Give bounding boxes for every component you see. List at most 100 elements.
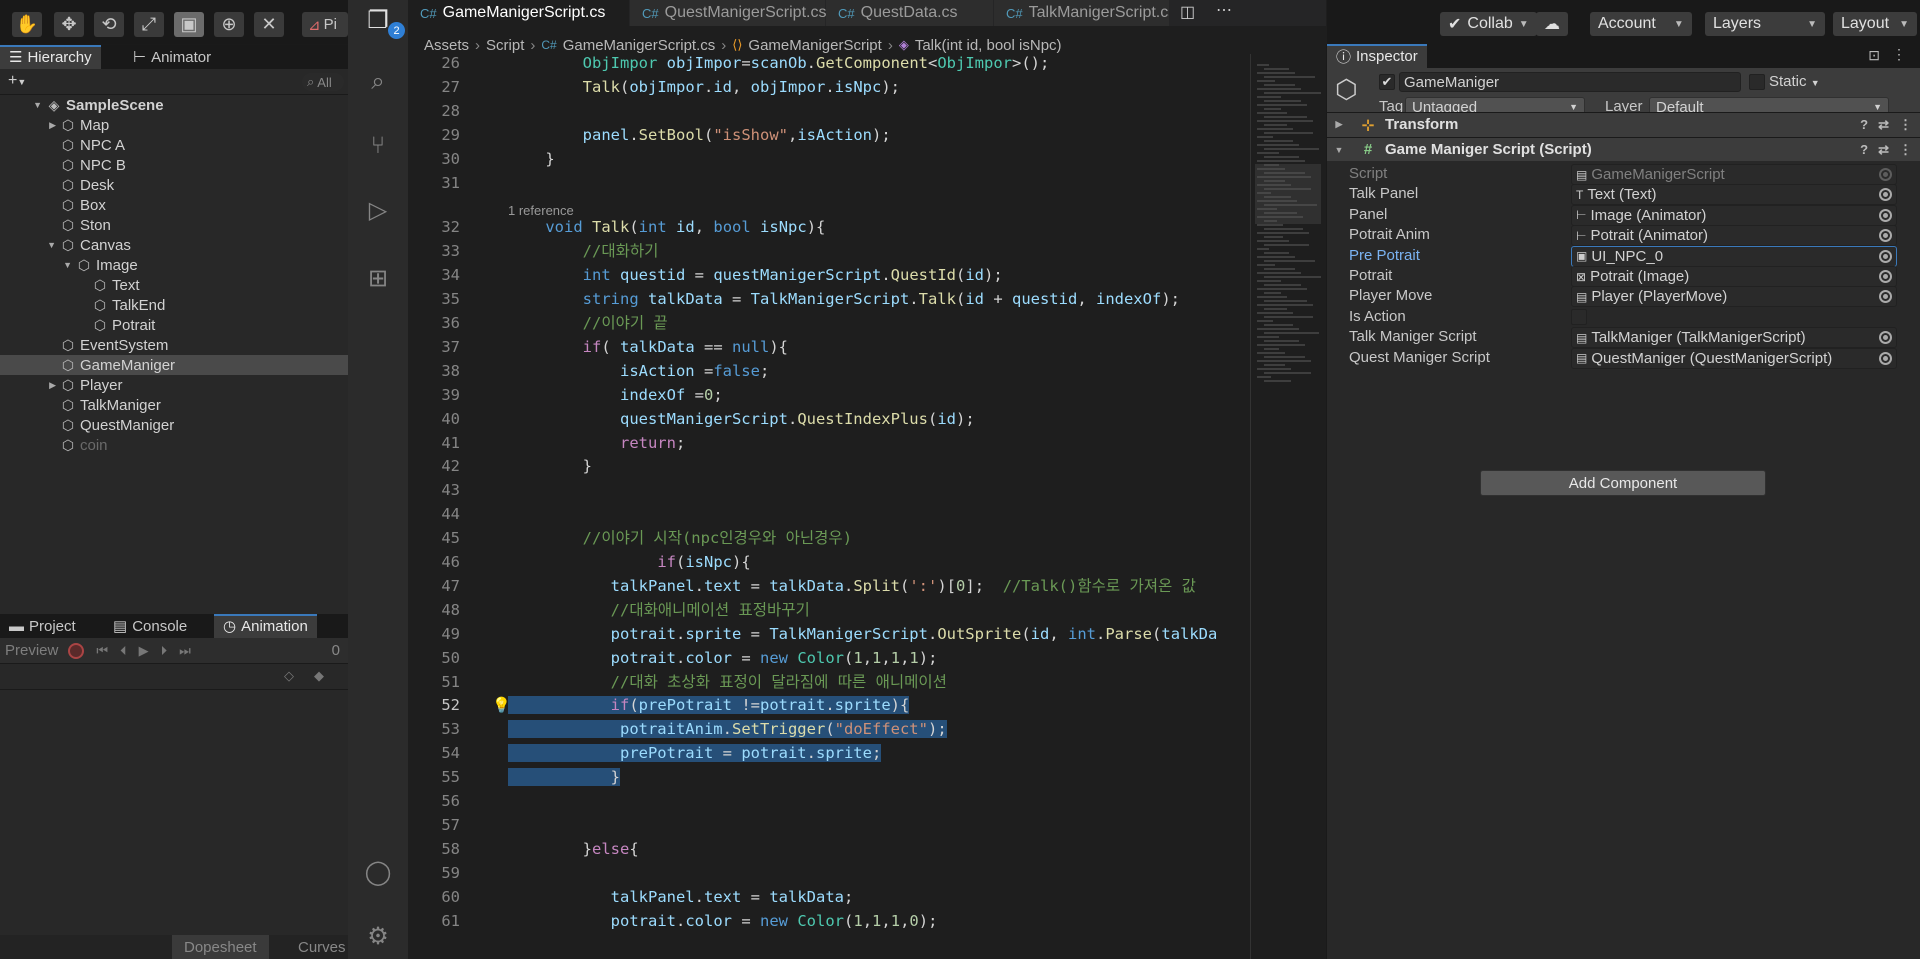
object-name-field[interactable]: GameManiger [1399,72,1741,92]
code-line[interactable]: 34 int questid = questManigerScript.Ques… [408,264,1250,287]
hierarchy-item[interactable]: ⬡ Desk [0,175,348,195]
is-action-checkbox[interactable] [1571,308,1587,325]
expand-triangle-icon[interactable]: ▼ [0,240,60,250]
rect-tool-icon[interactable]: ▣ [174,12,204,37]
hierarchy-item[interactable]: ⬡ EventSystem [0,335,348,355]
hierarchy-item[interactable]: ⬡ GameManiger [0,355,348,375]
kebab-menu-icon[interactable]: ⋮ [1899,142,1912,158]
gear-icon[interactable]: ⚙ [362,920,394,952]
code-line[interactable]: 37 if( talkData == null){ [408,336,1250,359]
code-line[interactable]: 39 indexOf =0; [408,384,1250,407]
breadcrumb-item[interactable]: GameManigerScript [748,37,881,54]
expand-triangle-icon[interactable]: ▼ [0,260,76,270]
object-picker-icon[interactable] [1879,188,1892,202]
object-picker-icon[interactable] [1879,351,1892,365]
hierarchy-item[interactable]: ⬡ NPC B [0,155,348,175]
code-line[interactable]: 36 //이야기 끝 [408,312,1250,335]
code-line[interactable]: 35 string talkData = TalkManigerScript.T… [408,288,1250,311]
code-line[interactable]: 44 [408,503,1250,526]
run-debug-icon[interactable]: ▷ [362,194,394,226]
add-component-button[interactable]: Add Component [1480,470,1766,496]
play-icon[interactable]: ▶ [139,643,149,659]
code-line[interactable]: 30 } [408,148,1250,171]
hierarchy-search-input[interactable]: ⌕ All [302,73,344,91]
code-line[interactable]: 50 potrait.color = new Color(1,1,1,1); [408,647,1250,670]
code-line[interactable]: 56 [408,790,1250,813]
hierarchy-item[interactable]: ▼ ⬡ Image [0,255,348,275]
code-line[interactable]: 32 void Talk(int id, bool isNpc){ [408,216,1250,239]
code-line[interactable]: 46 if(isNpc){ [408,551,1250,574]
preset-icon[interactable]: ⇄ [1878,117,1889,133]
cloud-button[interactable]: ☁ [1536,12,1568,36]
code-line[interactable]: 53 potraitAnim.SetTrigger("doEffect"); [408,718,1250,741]
object-picker-icon[interactable] [1879,290,1892,304]
kebab-menu-icon[interactable]: ⋮ [1892,46,1906,63]
tab-hierarchy[interactable]: ☰ Hierarchy [0,45,101,69]
code-line[interactable]: 60 talkPanel.text = talkData; [408,886,1250,909]
code-line[interactable]: 38 isAction =false; [408,360,1250,383]
code-line[interactable]: 57 [408,814,1250,837]
code-line[interactable]: 31 [408,172,1250,195]
help-icon[interactable]: ? [1860,117,1868,133]
hierarchy-item[interactable]: ⬡ Potrait [0,315,348,335]
hierarchy-item[interactable]: ⬡ Box [0,195,348,215]
source-control-icon[interactable]: ⑂ [362,130,394,162]
split-editor-icon[interactable]: ◫ [1180,2,1195,22]
object-picker-icon[interactable] [1879,331,1892,345]
hierarchy-item[interactable]: ⬡ TalkManiger [0,395,348,415]
frame-field[interactable]: 0 [332,642,340,659]
layers-dropdown[interactable]: Layers ▼ [1705,12,1825,36]
code-line[interactable]: 48 //대화애니메이션 표정바꾸기 [408,599,1250,622]
custom-tool-icon[interactable]: ✕ [254,12,284,37]
code-line[interactable]: 61 potrait.color = new Color(1,1,1,0); [408,910,1250,933]
code-line[interactable]: 💡 52 if(prePotrait !=potrait.sprite){ [408,694,1250,717]
expand-triangle-icon[interactable]: ▶ [0,380,60,391]
code-line[interactable]: 49 potrait.sprite = TalkManigerScript.Ou… [408,623,1250,646]
extensions-icon[interactable]: ⊞ [362,262,394,294]
transform-header[interactable]: ▶ ⊹ Transform ? ⇄ ⋮ [1327,112,1920,136]
curves-tab[interactable]: Curves [286,935,358,959]
code-line[interactable]: 27 Talk(objImpor.id, objImpor.isNpc); [408,76,1250,99]
tab-talkmaniger[interactable]: C# TalkManigerScript.cs [994,0,1170,26]
add-keyframe-icon[interactable]: ◇ [284,668,294,684]
hierarchy-item[interactable]: ⬡ QuestManiger [0,415,348,435]
code-line[interactable]: 59 [408,862,1250,885]
active-checkbox[interactable]: ✔ [1379,74,1395,90]
breadcrumb-item[interactable]: Script [486,37,524,54]
code-line[interactable]: 42 } [408,455,1250,478]
tab-questmaniger[interactable]: C# QuestManigerScript.cs [630,0,826,26]
expand-triangle-icon[interactable]: ▶ [0,120,60,131]
next-keyframe-icon[interactable]: ⏵ [161,643,168,659]
tab-animation[interactable]: ◷ Animation [214,614,317,638]
hierarchy-item[interactable]: ⬡ TalkEnd [0,295,348,315]
object-picker-icon[interactable] [1879,270,1892,283]
code-line[interactable]: 33 //대화하기 [408,240,1250,263]
pivot-toggle[interactable]: ⊿ Pi [302,12,348,37]
collab-dropdown[interactable]: ✔ Collab ▼ [1440,12,1537,36]
last-keyframe-icon[interactable]: ⏭ [179,643,191,659]
static-checkbox[interactable] [1749,74,1765,90]
hierarchy-item[interactable]: ▶ ⬡ Map [0,115,348,135]
code-editor[interactable]: 26 ObjImpor objImpor=scanOb.GetComponent… [408,54,1250,959]
first-keyframe-icon[interactable]: ⏮ [96,643,108,659]
explorer-icon[interactable]: ❐ 2 [362,4,405,39]
more-actions-icon[interactable]: ⋯ [1216,0,1232,20]
add-object-button[interactable]: +▼ [8,72,26,90]
layout-dropdown[interactable]: Layout ▼ [1833,12,1917,36]
code-line[interactable]: 40 questManigerScript.QuestIndexPlus(id)… [408,408,1250,431]
tab-questdata[interactable]: C# QuestData.cs [826,0,994,26]
tab-project[interactable]: ▬ Project [0,614,85,638]
breadcrumb-item[interactable]: Assets [424,37,469,54]
scale-tool-icon[interactable]: ⤢ [134,12,164,37]
code-line[interactable]: 28 [408,100,1250,123]
rotate-tool-icon[interactable]: ⟲ [94,12,124,37]
tab-gamemaniger[interactable]: C# GameManigerScript.cs [408,0,630,26]
record-icon[interactable] [68,642,85,659]
lock-icon[interactable]: ⊡ [1868,47,1880,64]
script-component-header[interactable]: ▼ # Game Maniger Script (Script) ? ⇄ ⋮ [1327,137,1920,161]
code-line[interactable]: 51 //대화 초상화 표정이 달라짐에 따른 애니메이션 [408,671,1250,694]
code-line[interactable]: 45 //이야기 시작(npc인경우와 아닌경우) [408,527,1250,550]
scene-row[interactable]: ▼ ◈ SampleScene [0,95,348,115]
hierarchy-item[interactable]: ▼ ⬡ Canvas [0,235,348,255]
hand-tool-icon[interactable]: ✋ [12,12,42,37]
